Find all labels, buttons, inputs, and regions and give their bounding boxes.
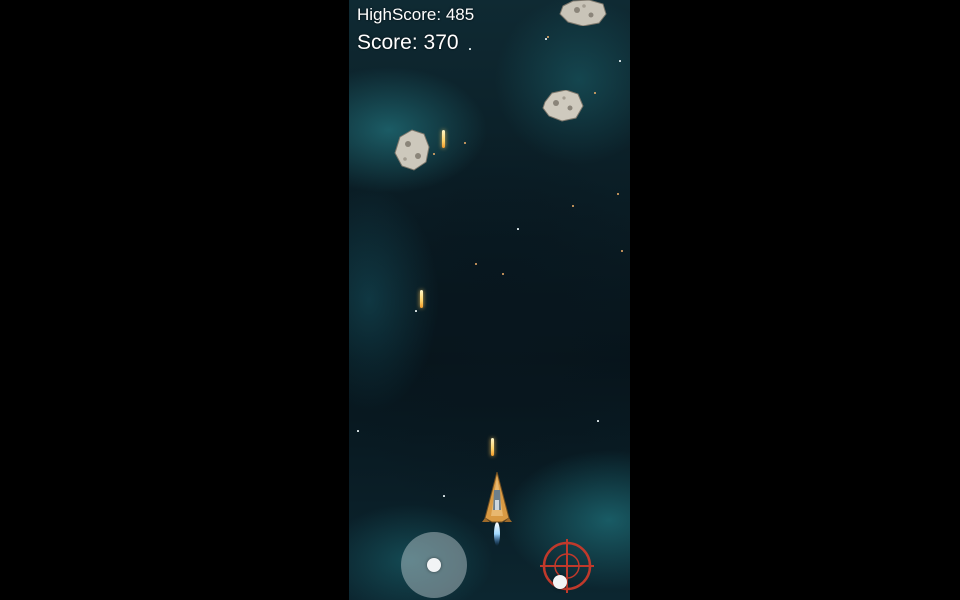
crosshair-icon [540,539,594,593]
star [619,60,621,62]
spaceship-icon [482,470,512,546]
bullet [442,130,445,148]
fire-button[interactable] [540,539,594,593]
spark [433,153,435,155]
letterbox-left [0,0,349,600]
joystick-knob[interactable] [427,558,441,572]
star [415,310,417,312]
spark [572,205,574,207]
spark [547,36,549,38]
fire-knob[interactable] [553,575,567,589]
player-ship [482,470,512,547]
bullet [491,438,494,456]
highscore-label: HighScore: 485 [357,5,475,24]
spark [594,92,596,94]
spark [621,250,623,252]
movement-joystick[interactable] [401,532,467,598]
bullet [420,290,423,308]
spark [475,263,477,265]
star [517,228,519,230]
asteroid [542,90,584,122]
game-viewport[interactable]: HighScore: 485 Score: 370 [349,0,630,600]
star [545,38,547,40]
star [597,420,599,422]
spark [464,142,466,144]
star [357,430,359,432]
spark [502,273,504,275]
letterbox-right [630,0,960,600]
star [443,495,445,497]
asteroid [394,129,430,171]
spark [617,193,619,195]
asteroid [559,0,607,26]
star [469,48,471,50]
score-label: Score: 370 [357,31,459,54]
